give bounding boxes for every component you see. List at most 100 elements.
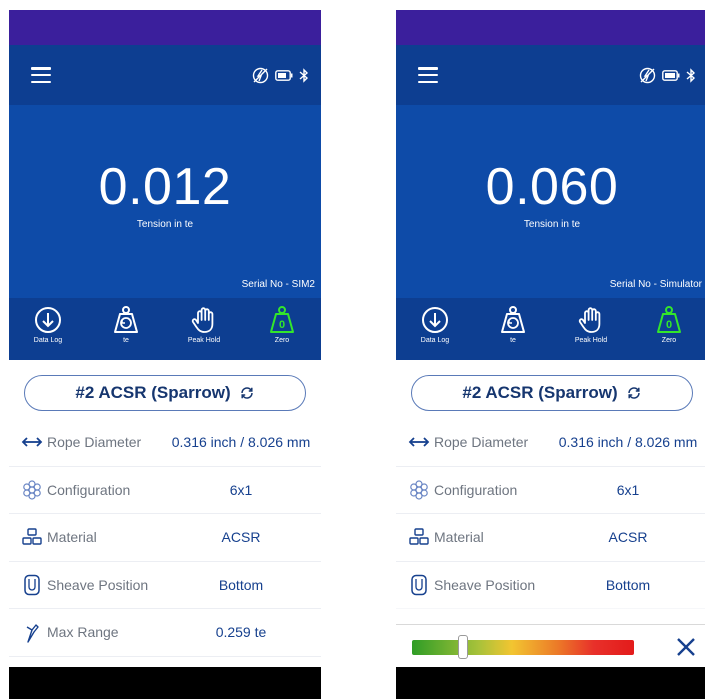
data-log-label: Data Log — [33, 337, 63, 344]
tension-reading-panel: 0.060 Tension in te Serial No - Simulato… — [396, 105, 705, 298]
tension-reading-panel: 0.012 Tension in te Serial No - SIM2 — [9, 105, 321, 298]
row-label: Material — [434, 529, 484, 546]
configuration-icon — [406, 479, 432, 501]
svg-text:0: 0 — [666, 319, 672, 331]
serial-number: Serial No - Simulator — [609, 279, 702, 290]
bluetooth-icon — [686, 67, 696, 83]
unit-weight-icon — [114, 306, 138, 333]
zero-weight-icon: 0 — [657, 306, 681, 333]
battery-icon — [662, 69, 680, 81]
range-slider-thumb[interactable] — [458, 635, 469, 659]
zero-label: Zero — [274, 337, 290, 344]
app-bar — [9, 45, 321, 105]
row-value: 0.316 inch / 8.026 mm — [171, 434, 311, 451]
row-configuration: Configuration 6x1 — [9, 467, 321, 514]
unit-button[interactable]: te — [96, 305, 156, 344]
row-label: Configuration — [434, 481, 518, 498]
download-circle-icon — [35, 307, 61, 333]
row-label: Sheave Position — [47, 576, 149, 593]
peak-hold-label: Peak Hold — [574, 337, 608, 344]
menu-icon[interactable] — [418, 67, 438, 83]
peak-hold-label: Peak Hold — [187, 337, 221, 344]
range-indicator-panel — [396, 624, 705, 667]
material-icon — [19, 526, 45, 548]
app-bar — [396, 45, 705, 105]
configuration-icon — [19, 479, 45, 501]
row-material: Material ACSR — [9, 514, 321, 562]
phone-screen-sim2: 0.012 Tension in te Serial No - SIM2 Dat… — [9, 10, 321, 699]
material-icon — [406, 526, 432, 548]
status-bar — [396, 10, 705, 45]
navigation-bar — [9, 667, 321, 699]
bluetooth-icon — [299, 67, 309, 83]
rope-details: #2 ACSR (Sparrow) Rope Diameter 0.316 in… — [9, 360, 321, 657]
rope-name: #2 ACSR (Sparrow) — [462, 383, 618, 402]
data-log-label: Data Log — [420, 337, 450, 344]
row-value: Bottom — [605, 576, 651, 593]
row-label: Configuration — [47, 481, 131, 498]
status-icons — [639, 67, 696, 84]
refresh-icon — [240, 387, 253, 399]
phone-screen-simulator: 0.060 Tension in te Serial No - Simulato… — [396, 10, 705, 699]
status-bar — [9, 10, 321, 45]
hand-icon — [191, 307, 214, 333]
sheave-icon — [19, 574, 45, 596]
menu-icon[interactable] — [31, 67, 51, 83]
row-label: Rope Diameter — [47, 434, 142, 451]
details-list: Rope Diameter 0.316 inch / 8.026 mm Conf… — [396, 419, 705, 609]
download-circle-icon — [422, 307, 448, 333]
zero-label: Zero — [661, 337, 677, 344]
max-range-icon — [19, 621, 45, 643]
tension-value: 0.012 — [98, 158, 232, 216]
row-value: ACSR — [608, 529, 648, 546]
zero-button[interactable]: 0 Zero — [639, 305, 699, 344]
rope-selector-button[interactable]: #2 ACSR (Sparrow) — [24, 375, 306, 411]
data-log-button[interactable]: Data Log — [405, 305, 465, 344]
row-value: 0.259 te — [215, 624, 267, 641]
unit-button[interactable]: te — [483, 305, 543, 344]
peak-hold-button[interactable]: Peak Hold — [174, 305, 234, 344]
data-log-button[interactable]: Data Log — [18, 305, 78, 344]
close-icon[interactable] — [674, 635, 698, 659]
no-power-icon — [639, 67, 656, 83]
row-material: Material ACSR — [396, 514, 705, 562]
row-label: Max Range — [47, 624, 119, 641]
row-rope-diameter: Rope Diameter 0.316 inch / 8.026 mm — [396, 419, 705, 467]
tension-value: 0.060 — [485, 158, 619, 216]
diameter-icon — [19, 431, 45, 453]
toolbar: Data Log te Peak Hold 0 Zero — [9, 298, 321, 360]
row-label: Sheave Position — [434, 576, 536, 593]
serial-number: Serial No - SIM2 — [241, 279, 315, 290]
rope-selector-button[interactable]: #2 ACSR (Sparrow) — [411, 375, 693, 411]
row-label: Rope Diameter — [434, 434, 529, 451]
zero-weight-icon: 0 — [270, 306, 294, 333]
navigation-bar — [396, 667, 705, 699]
hand-icon — [578, 307, 601, 333]
details-list: Rope Diameter 0.316 inch / 8.026 mm Conf… — [9, 419, 321, 657]
svg-text:0: 0 — [279, 319, 285, 331]
sheave-icon — [406, 574, 432, 596]
row-value: ACSR — [221, 529, 261, 546]
unit-weight-icon — [501, 306, 525, 333]
tension-unit: Tension in te — [523, 219, 581, 230]
row-max-range: Max Range 0.259 te — [9, 609, 321, 657]
zero-button[interactable]: 0 Zero — [252, 305, 312, 344]
row-value: 0.316 inch / 8.026 mm — [558, 434, 698, 451]
peak-hold-button[interactable]: Peak Hold — [561, 305, 621, 344]
row-rope-diameter: Rope Diameter 0.316 inch / 8.026 mm — [9, 419, 321, 467]
row-value: 6x1 — [229, 481, 253, 498]
toolbar: Data Log te Peak Hold 0 Zero — [396, 298, 705, 360]
no-power-icon — [252, 67, 269, 83]
unit-label: te — [123, 337, 129, 344]
range-gradient-bar — [412, 640, 634, 655]
row-label: Material — [47, 529, 97, 546]
unit-label: te — [510, 337, 516, 344]
battery-icon — [275, 69, 293, 81]
row-value: Bottom — [218, 576, 264, 593]
status-icons — [252, 67, 309, 84]
diameter-icon — [406, 431, 432, 453]
row-configuration: Configuration 6x1 — [396, 467, 705, 514]
row-value: 6x1 — [616, 481, 640, 498]
tension-unit: Tension in te — [136, 219, 194, 230]
rope-details: #2 ACSR (Sparrow) Rope Diameter 0.316 in… — [396, 360, 705, 609]
